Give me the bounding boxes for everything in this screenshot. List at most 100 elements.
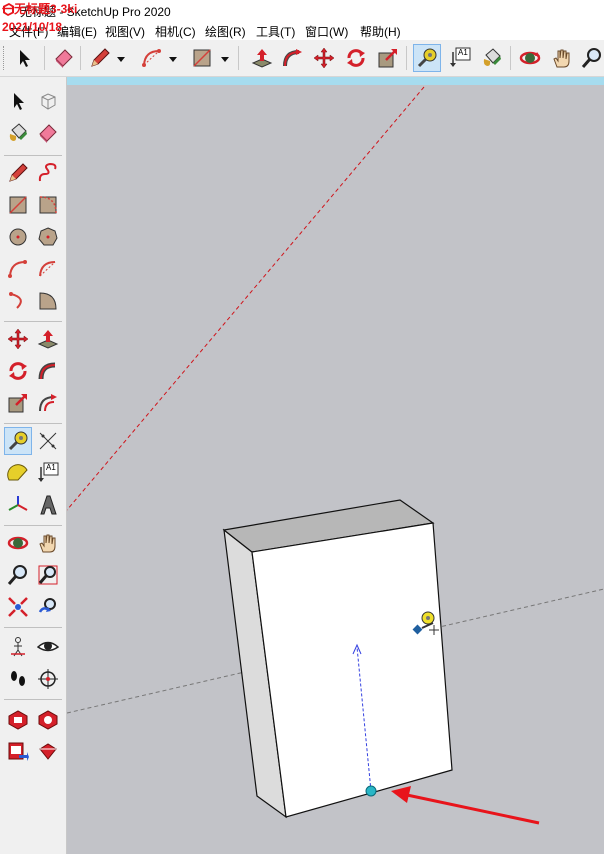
menu-help[interactable]: 帮助(H) (360, 23, 401, 40)
box-front-face[interactable] (251, 522, 453, 818)
menu-tools[interactable]: 工具(T) (256, 23, 295, 40)
scale-tool-button[interactable] (374, 44, 402, 72)
orbit-tool-button[interactable] (4, 529, 32, 557)
walk-tool-button[interactable] (4, 665, 32, 693)
tape-measure-tool-button[interactable] (413, 44, 441, 72)
send-to-layout-button[interactable] (4, 737, 32, 765)
modeling-viewport[interactable] (67, 77, 604, 854)
tape-measure-icon (8, 431, 28, 451)
eraser-tool-button[interactable] (50, 44, 78, 72)
three-point-arc-tool-button[interactable] (4, 287, 32, 315)
rotate-tool-button[interactable] (342, 44, 370, 72)
zoom-magnifier-icon (581, 48, 601, 68)
rotate-tool-button[interactable] (4, 357, 32, 385)
select-tool-button[interactable] (10, 44, 38, 72)
annotation-arrowhead (391, 786, 411, 803)
extension-manager-icon (39, 743, 57, 760)
toolbar-grip[interactable] (3, 46, 7, 70)
move-tool-button[interactable] (310, 44, 338, 72)
pan-tool-button[interactable] (548, 44, 576, 72)
annotation-arrow (406, 793, 540, 825)
pencil-icon (91, 48, 110, 67)
line-tool-button[interactable] (86, 44, 114, 72)
look-around-tool-button[interactable] (34, 633, 62, 661)
menu-window[interactable]: 窗口(W) (305, 23, 348, 40)
text-tool-button[interactable]: A1 (446, 44, 474, 72)
scale-tool-button[interactable] (4, 389, 32, 417)
extension-warehouse-icon (38, 710, 58, 730)
eye-icon (37, 641, 59, 652)
move-tool-button[interactable] (4, 325, 32, 353)
red-axis-line (67, 86, 425, 511)
protractor-tool-button[interactable] (4, 459, 32, 487)
push-pull-tool-button[interactable] (248, 44, 276, 72)
toolbar-separator (4, 321, 62, 322)
rectangle-tool-button[interactable] (188, 44, 216, 72)
arc-icon (8, 260, 27, 278)
offset-tool-button[interactable] (34, 389, 62, 417)
axes-icon (8, 496, 28, 511)
chevron-down-icon[interactable] (220, 54, 230, 64)
section-plane-tool-button[interactable] (34, 665, 62, 693)
menu-draw[interactable]: 绘图(R) (205, 23, 246, 40)
menu-view[interactable]: 视图(V) (105, 23, 145, 40)
zoom-window-icon (38, 565, 58, 585)
extension-warehouse-button[interactable] (34, 705, 62, 733)
zoom-tool-button[interactable] (578, 44, 604, 72)
make-component-button[interactable] (34, 87, 62, 115)
zoom-window-tool-button[interactable] (34, 561, 62, 589)
paint-bucket-tool-button[interactable] (4, 119, 32, 147)
section-plane-icon (38, 669, 58, 689)
follow-me-tool-button[interactable] (34, 357, 62, 385)
toolbar-separator (4, 155, 62, 156)
tape-measure-tool-button[interactable] (4, 427, 32, 455)
arc-tool-button[interactable] (138, 44, 166, 72)
pan-tool-button[interactable] (34, 529, 62, 557)
orbit-tool-button[interactable] (516, 44, 544, 72)
two-point-arc-icon (39, 261, 56, 277)
pie-tool-button[interactable] (34, 287, 62, 315)
arc-tool-button[interactable] (4, 255, 32, 283)
dimension-tool-button[interactable] (34, 427, 62, 455)
scene-canvas (67, 86, 604, 825)
polygon-tool-button[interactable] (34, 223, 62, 251)
two-point-arc-tool-button[interactable] (34, 255, 62, 283)
protractor-icon (7, 464, 28, 481)
chevron-down-icon[interactable] (168, 54, 178, 64)
rectangle-icon (9, 196, 27, 214)
rotated-rectangle-tool-button[interactable] (34, 191, 62, 219)
tape-measure-icon (417, 48, 437, 68)
pencil-icon (9, 163, 28, 182)
push-pull-tool-button[interactable] (34, 325, 62, 353)
watermark-date: 2021/10/18 (2, 20, 63, 34)
follow-me-tool-button[interactable] (279, 44, 307, 72)
position-camera-tool-button[interactable] (4, 633, 32, 661)
main-toolbar: A1 (0, 40, 604, 77)
zoom-extents-tool-button[interactable] (4, 593, 32, 621)
previous-view-icon (38, 598, 56, 613)
watermark: 一无标题3-3ki 2021/10/18 (2, 2, 77, 34)
3d-text-tool-button[interactable] (34, 491, 62, 519)
text-tool-button[interactable]: A1 (34, 459, 62, 487)
select-arrow-icon (20, 50, 30, 67)
toolbar-separator (4, 627, 62, 628)
push-pull-icon (37, 330, 59, 349)
select-tool-button[interactable] (4, 87, 32, 115)
3d-warehouse-button[interactable] (4, 705, 32, 733)
freehand-icon (38, 162, 57, 182)
circle-icon (9, 228, 27, 246)
paint-bucket-tool-button[interactable] (478, 44, 506, 72)
axes-tool-button[interactable] (4, 491, 32, 519)
eraser-tool-button[interactable] (34, 119, 62, 147)
circle-tool-button[interactable] (4, 223, 32, 251)
text-tool-glyph: A1 (458, 48, 468, 57)
chevron-down-icon[interactable] (116, 54, 126, 64)
zoom-tool-button[interactable] (4, 561, 32, 589)
3d-warehouse-icon (8, 710, 28, 730)
line-tool-button[interactable] (4, 159, 32, 187)
previous-view-tool-button[interactable] (34, 593, 62, 621)
rectangle-tool-button[interactable] (4, 191, 32, 219)
freehand-tool-button[interactable] (34, 159, 62, 187)
menu-camera[interactable]: 相机(C) (155, 23, 196, 40)
extension-manager-button[interactable] (34, 737, 62, 765)
